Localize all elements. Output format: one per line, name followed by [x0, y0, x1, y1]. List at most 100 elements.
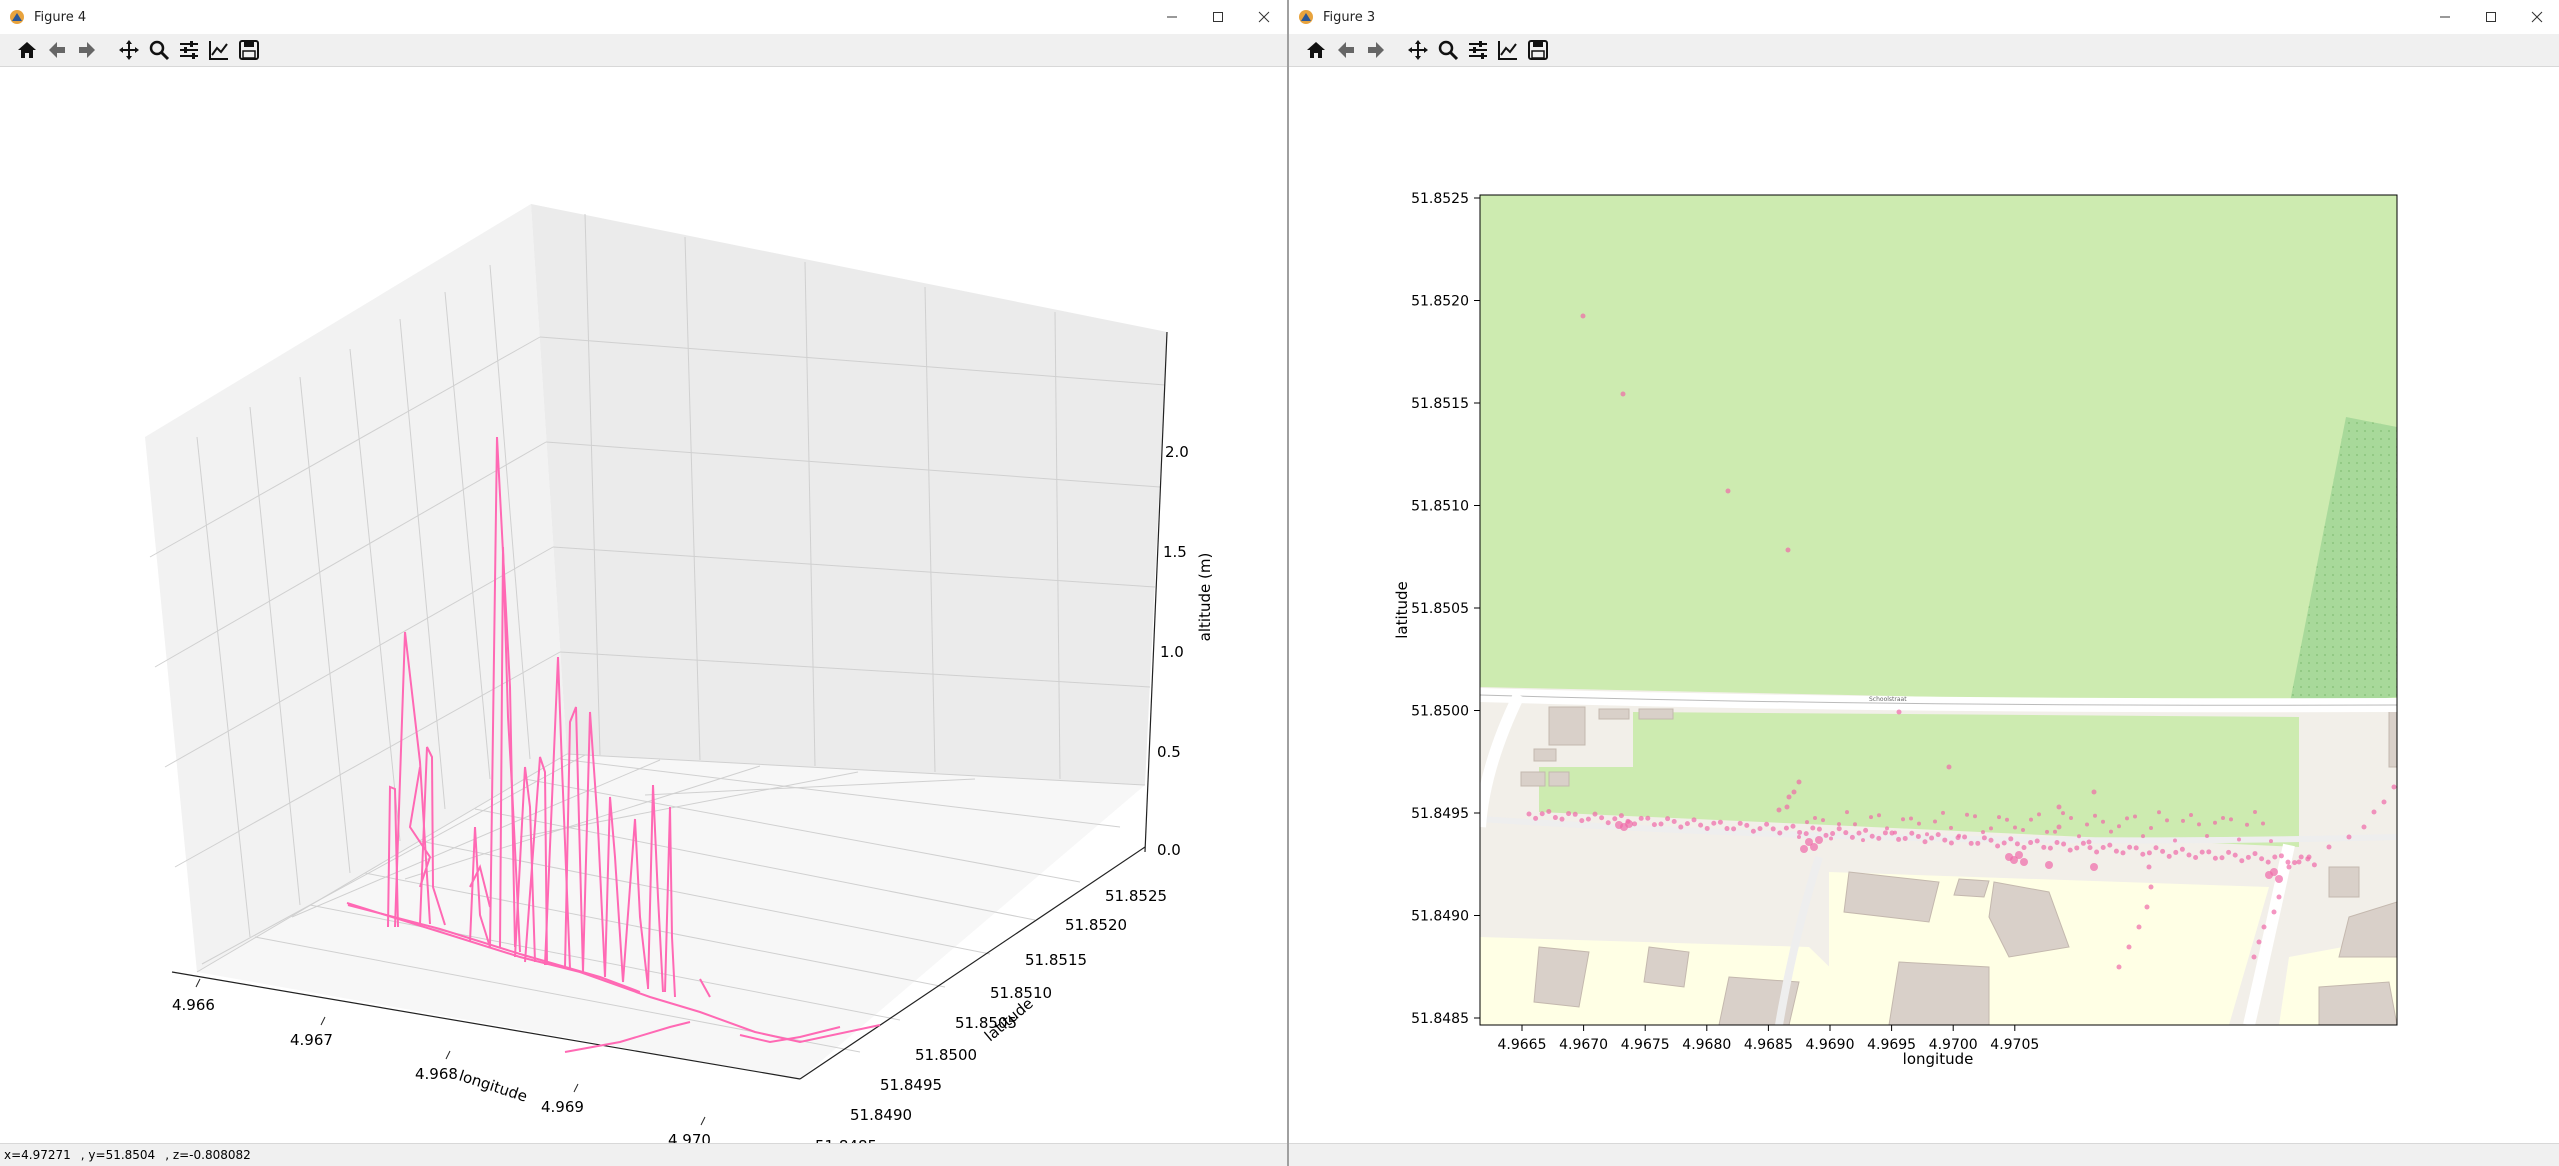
z-tick-label: 1.5 [1163, 543, 1187, 561]
pan-button[interactable] [1403, 35, 1433, 65]
gps-point [2205, 833, 2209, 838]
gps-point [2298, 854, 2304, 860]
gps-point [1800, 845, 1808, 853]
forward-button[interactable] [72, 35, 102, 65]
gps-point [2149, 826, 2153, 831]
gps-point [2346, 834, 2352, 840]
gps-point [1605, 820, 1611, 826]
matplotlib-app-icon [10, 10, 24, 24]
gps-point [2041, 844, 2047, 850]
gps-point [1784, 804, 1790, 810]
gps-point [1796, 779, 1802, 785]
x-tick-label: 4.9685 [1744, 1037, 1793, 1053]
configure-subplots-button[interactable] [1463, 35, 1493, 65]
gps-point [2181, 818, 2185, 823]
gps-point [2101, 819, 2105, 824]
home-button[interactable] [12, 35, 42, 65]
minimize-button[interactable] [2422, 0, 2468, 34]
gps-point [2361, 824, 2367, 830]
maximize-button[interactable] [2468, 0, 2514, 34]
gps-point [1816, 826, 1822, 832]
home-icon [18, 42, 36, 58]
x-tick-mark [320, 1016, 326, 1026]
configure-subplots-button[interactable] [174, 35, 204, 65]
gps-point [2381, 799, 2387, 805]
zoom-button[interactable] [1433, 35, 1463, 65]
gps-point [2014, 841, 2020, 847]
y-axis-label: latitude [1393, 581, 1411, 639]
plot-3d[interactable]: 4.9664.9674.9684.9694.97051.848551.84905… [0, 67, 1287, 1155]
x-tick-label: 4.9665 [1498, 1037, 1547, 1053]
map-tiles: Schoolstraat [1480, 195, 2397, 1025]
x-tick-label: 4.968 [415, 1065, 458, 1083]
navigation-toolbar [0, 34, 1287, 67]
gps-point [1843, 830, 1849, 836]
gps-point [2199, 849, 2205, 855]
maximize-icon [1213, 12, 1223, 22]
gps-point [1638, 815, 1644, 821]
gps-point [2085, 822, 2089, 827]
gps-point [2261, 821, 2265, 826]
pan-button[interactable] [114, 35, 144, 65]
window-title: Figure 3 [1323, 9, 1376, 25]
back-button[interactable] [42, 35, 72, 65]
gps-point [1580, 313, 1586, 319]
gps-point [2296, 859, 2302, 865]
close-button[interactable] [1241, 0, 1287, 34]
status-x: x=4.97271 [4, 1148, 71, 1162]
gps-point [2109, 829, 2113, 834]
edit-axis-button[interactable] [1493, 35, 1523, 65]
gps-point [2021, 828, 2025, 833]
gps-point [1925, 832, 1929, 837]
x-tick-label: 4.9705 [1990, 1037, 2039, 1053]
z-tick-label: 0.5 [1157, 743, 1181, 761]
home-button[interactable] [1301, 35, 1331, 65]
gps-point [1612, 816, 1618, 822]
gps-point [2061, 811, 2065, 816]
gps-point [2056, 824, 2062, 830]
figure-3-canvas[interactable]: Schoolstraat 4.9665 4.9670 4.9675 4.9680 4.9… [1289, 67, 2559, 1144]
map-plot[interactable]: Schoolstraat 4.9665 4.9670 4.9675 4.9680 4.9… [1289, 67, 2559, 1144]
gps-point [1869, 815, 1873, 820]
gps-point [2120, 850, 2126, 856]
gps-point [1546, 808, 1552, 814]
y-tick-label: 51.8500 [915, 1046, 977, 1064]
y-tick-label: 51.8495 [1411, 806, 1469, 822]
gps-point [2245, 822, 2249, 827]
save-button[interactable] [1523, 35, 1553, 65]
gps-point [2133, 814, 2137, 819]
gps-point [1671, 819, 1677, 825]
maximize-button[interactable] [1195, 0, 1241, 34]
save-button[interactable] [234, 35, 264, 65]
gps-point [2141, 834, 2145, 839]
gps-point [2126, 944, 2132, 950]
back-pane [531, 204, 1167, 785]
gps-point [1902, 835, 1908, 841]
edit-axis-icon [209, 41, 228, 60]
status-bar: x=4.97271 , y=51.8504 , z=-0.808082 [0, 1143, 1287, 1166]
gps-point [2117, 824, 2121, 829]
forward-button[interactable] [1361, 35, 1391, 65]
gps-point [1777, 830, 1783, 836]
back-button[interactable] [1331, 35, 1361, 65]
title-bar: Figure 3 [1289, 0, 2559, 34]
gps-point [2157, 810, 2161, 815]
edit-axis-button[interactable] [204, 35, 234, 65]
gps-point [2213, 820, 2217, 825]
gps-point [2127, 844, 2133, 850]
minimize-button[interactable] [1149, 0, 1195, 34]
zoom-button[interactable] [144, 35, 174, 65]
gps-point [2160, 848, 2166, 854]
gps-point [1909, 830, 1915, 836]
gps-point [2080, 840, 2086, 846]
gps-point [1786, 794, 1792, 800]
pan-icon [1408, 40, 1428, 60]
gps-point [2077, 834, 2081, 839]
gps-point [2275, 875, 2283, 883]
x-axis-label: longitude [1903, 1050, 1974, 1068]
gps-point [1559, 816, 1565, 822]
close-button[interactable] [2514, 0, 2559, 34]
gps-point [1863, 827, 1869, 833]
gps-point [2116, 964, 2122, 970]
figure-4-canvas[interactable]: 4.9664.9674.9684.9694.97051.848551.84905… [0, 67, 1287, 1155]
